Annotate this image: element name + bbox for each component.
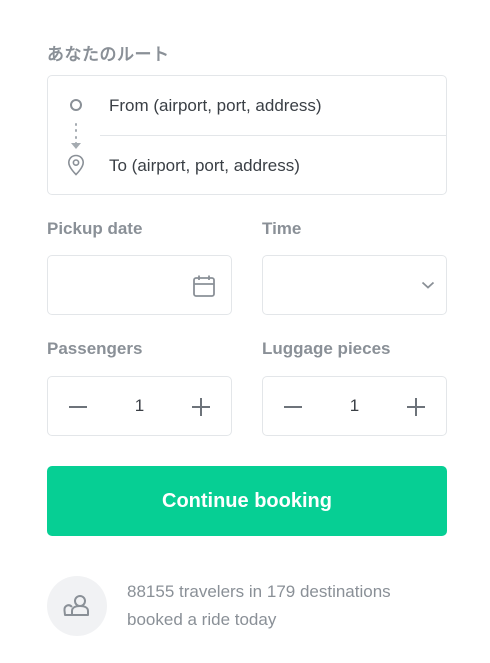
travelers-avatar bbox=[47, 576, 107, 636]
continue-booking-button[interactable]: Continue booking bbox=[47, 466, 447, 536]
social-proof-line1: 88155 travelers in 179 destinations bbox=[127, 582, 391, 601]
passengers-decrement-button[interactable] bbox=[63, 392, 93, 422]
chevron-down-icon bbox=[421, 281, 435, 289]
calendar-icon[interactable] bbox=[192, 274, 216, 298]
time-label: Time bbox=[262, 219, 302, 238]
luggage-value: 1 bbox=[349, 396, 360, 415]
route-box bbox=[47, 75, 447, 195]
passengers-stepper: 1 bbox=[47, 376, 232, 436]
location-pin-icon bbox=[67, 154, 85, 176]
social-proof-line2: booked a ride today bbox=[127, 610, 277, 629]
pickup-date-field[interactable] bbox=[47, 255, 232, 315]
passengers-value: 1 bbox=[134, 396, 145, 415]
minus-icon bbox=[284, 406, 302, 408]
time-select[interactable] bbox=[262, 255, 447, 315]
luggage-stepper: 1 bbox=[262, 376, 447, 436]
luggage-increment-button[interactable] bbox=[401, 392, 431, 422]
luggage-decrement-button[interactable] bbox=[278, 392, 308, 422]
from-row[interactable] bbox=[48, 76, 446, 135]
from-input[interactable] bbox=[109, 90, 436, 121]
passengers-increment-button[interactable] bbox=[186, 392, 216, 422]
route-title: あなたのルート bbox=[47, 45, 170, 65]
to-row[interactable] bbox=[48, 136, 446, 195]
social-proof-text: 88155 travelers in 179 destinations book… bbox=[127, 578, 447, 634]
passengers-label: Passengers bbox=[47, 339, 143, 358]
minus-icon bbox=[69, 406, 87, 408]
pickup-date-label: Pickup date bbox=[47, 219, 143, 238]
origin-dot-icon bbox=[70, 99, 82, 111]
to-input[interactable] bbox=[109, 150, 436, 181]
luggage-label: Luggage pieces bbox=[262, 339, 391, 358]
travelers-icon bbox=[63, 595, 89, 616]
